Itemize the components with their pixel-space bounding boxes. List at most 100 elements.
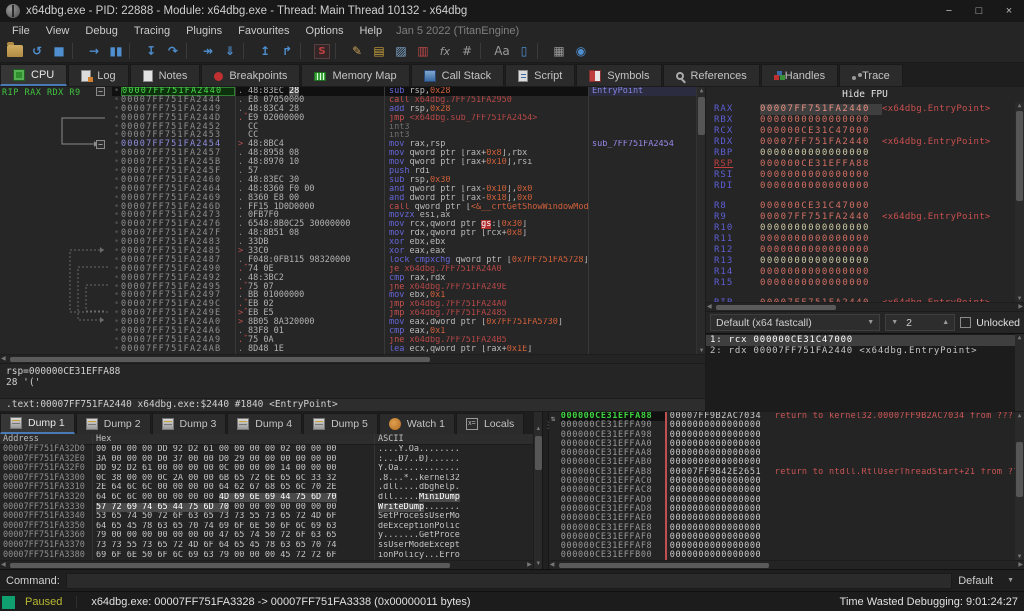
minimize-button[interactable]: −: [934, 0, 964, 22]
menu-item[interactable]: File: [4, 25, 38, 37]
dump-vscrollbar[interactable]: ▲ ▼: [533, 412, 542, 569]
toolbar-icon[interactable]: ■: [48, 42, 70, 60]
toolbar-icon[interactable]: ▦: [548, 42, 570, 60]
toolbar-icon[interactable]: fx: [434, 42, 456, 60]
register-row[interactable]: RBX 0000000000000000: [714, 115, 1012, 126]
main-tab[interactable]: Log: [68, 64, 128, 86]
disasm-row[interactable]: 00007FF751FA24AB . 8D48 1E lea ecx,qword…: [112, 345, 696, 354]
fold-box-icon[interactable]: [96, 87, 105, 96]
toolbar-icon[interactable]: ▥: [412, 42, 434, 60]
register-row[interactable]: R14 0000000000000000: [714, 267, 1012, 278]
stack-hscrollbar[interactable]: ◀ ▶: [549, 560, 1024, 569]
main-tab[interactable]: Call Stack: [411, 64, 505, 86]
register-row[interactable]: RSI 0000000000000000: [714, 170, 1012, 181]
toolbar-icon[interactable]: ↥: [254, 42, 276, 60]
toolbar-icon[interactable]: ▤: [368, 42, 390, 60]
toolbar-icon[interactable]: ↠: [197, 42, 219, 60]
register-row[interactable]: RBP 0000000000000000: [714, 148, 1012, 159]
stack-vscrollbar[interactable]: ▲ ▼: [1015, 412, 1024, 560]
main-tab[interactable]: Script: [505, 64, 575, 86]
toolbar-icon[interactable]: [480, 43, 489, 59]
registers-hscrollbar[interactable]: ◀ ▶: [706, 302, 1024, 311]
register-row[interactable]: RCX 000000CE31C47000: [714, 126, 1012, 137]
dump-hscrollbar[interactable]: ◀ ▶: [0, 560, 533, 569]
disasm-vscrollbar[interactable]: ▲ ▼: [696, 87, 705, 354]
toolbar-icon[interactable]: [186, 43, 195, 59]
dump-stack-splitter[interactable]: [542, 412, 549, 569]
stack-row[interactable]: 000000CE31EFFB00 0000000000000000: [561, 551, 1024, 560]
register-row[interactable]: [714, 289, 1012, 298]
register-row[interactable]: RDX 00007FF751FA2440 <x64dbg.EntryPoint>: [714, 137, 1012, 148]
menu-item[interactable]: Help: [351, 25, 390, 37]
main-tab[interactable]: Symbols: [576, 64, 662, 86]
calling-convention-select[interactable]: Default (x64 fastcall) ▼: [710, 314, 880, 331]
arguments-panel[interactable]: ▲ 1: rcx 000000CE31C470002: rdx 00007FF7…: [706, 333, 1024, 411]
fold-box-icon[interactable]: [96, 140, 105, 149]
command-profile-select[interactable]: Default ▼: [958, 575, 1018, 587]
argument-row[interactable]: 1: rcx 000000CE31C47000: [706, 335, 1024, 346]
register-row[interactable]: R11 0000000000000000: [714, 234, 1012, 245]
hide-fpu-button[interactable]: Hide FPU: [706, 87, 1024, 102]
toolbar-icon[interactable]: ↺: [26, 42, 48, 60]
toolbar-icon[interactable]: #: [456, 42, 478, 60]
breakpoint-dot-icon[interactable]: [112, 345, 121, 354]
arguments-vscrollbar[interactable]: ▲: [1015, 334, 1024, 411]
registers-vscrollbar[interactable]: ▲ ▼: [1015, 102, 1024, 302]
register-list[interactable]: ▲ ▼ RAX 00007FF751FA2440 <x64dbg.EntryPo…: [706, 102, 1024, 302]
register-row[interactable]: RDI 0000000000000000: [714, 181, 1012, 192]
toolbar-icon[interactable]: [537, 43, 546, 59]
dump-tab[interactable]: Dump 1: [0, 413, 75, 434]
argument-row[interactable]: 2: rdx 00007FF751FA2440 <x64dbg.EntryPoi…: [706, 346, 1024, 357]
register-row[interactable]: RSP 000000CE31EFFA88: [714, 159, 1012, 170]
menu-item[interactable]: Tracing: [126, 25, 178, 37]
toolbar-icon[interactable]: Aa: [491, 42, 513, 60]
toolbar-icon[interactable]: ▨: [390, 42, 412, 60]
toolbar-icon[interactable]: [72, 43, 81, 59]
toolbar-icon[interactable]: ↱: [276, 42, 298, 60]
toolbar-icon[interactable]: ▯: [513, 42, 535, 60]
dump-tab[interactable]: Dump 3: [152, 413, 227, 434]
register-row[interactable]: [714, 192, 1012, 201]
register-row[interactable]: R9 00007FF751FA2440 <x64dbg.EntryPoint>: [714, 212, 1012, 223]
menu-item[interactable]: Plugins: [178, 25, 230, 37]
hex-dump-view[interactable]: Address Hex ASCII 00007FF751FA32D0 00 00…: [0, 434, 533, 560]
dump-tab[interactable]: Locals: [456, 413, 524, 434]
register-row[interactable]: RAX 00007FF751FA2440 <x64dbg.EntryPoint>: [714, 104, 1012, 115]
toolbar-icon[interactable]: [243, 43, 252, 59]
command-input[interactable]: [66, 573, 952, 589]
main-tab[interactable]: CPU: [0, 64, 67, 86]
toolbar-icon[interactable]: [129, 43, 138, 59]
register-row[interactable]: R15 0000000000000000: [714, 278, 1012, 289]
main-tab[interactable]: Breakpoints: [201, 64, 300, 86]
disassembly-view[interactable]: RIP RAX RDX R9 00007FF751FA2440 . 48:83E…: [0, 87, 705, 354]
menu-item[interactable]: Debug: [77, 25, 125, 37]
argument-count-spinner[interactable]: ▼ 2 ▲: [885, 314, 955, 331]
main-tab[interactable]: Trace: [839, 64, 903, 86]
disasm-hscrollbar[interactable]: ◀: [0, 354, 705, 363]
dump-tab[interactable]: Dump 4: [227, 413, 302, 434]
toolbar-icon[interactable]: ↧: [140, 42, 162, 60]
main-tab[interactable]: Notes: [130, 64, 201, 86]
unlocked-checkbox[interactable]: [960, 317, 971, 328]
toolbar-icon[interactable]: ◉: [570, 42, 592, 60]
toolbar-icon[interactable]: →: [83, 42, 105, 60]
main-tab[interactable]: Handles: [761, 64, 838, 86]
toolbar-icon[interactable]: ↷: [162, 42, 184, 60]
toolbar-icon[interactable]: ✎: [346, 42, 368, 60]
toolbar-icon[interactable]: S: [314, 44, 330, 59]
dump-tab[interactable]: Dump 2: [76, 413, 151, 434]
toolbar-icon[interactable]: [7, 45, 23, 57]
menu-item[interactable]: View: [38, 25, 78, 37]
register-row[interactable]: R8 000000CE31C47000: [714, 201, 1012, 212]
register-row[interactable]: R10 0000000000000000: [714, 223, 1012, 234]
register-row[interactable]: R13 0000000000000000: [714, 256, 1012, 267]
toolbar-icon[interactable]: ▮▮: [105, 42, 127, 60]
register-row[interactable]: R12 0000000000000000: [714, 245, 1012, 256]
hex-dump-row[interactable]: 00007FF751FA3380 69 6F 6E 50 6F 6C 69 63…: [0, 551, 533, 560]
menu-item[interactable]: Options: [298, 25, 352, 37]
dump-tab[interactable]: Watch 1: [379, 413, 455, 434]
toolbar-icon[interactable]: ⇓: [219, 42, 241, 60]
stack-view[interactable]: 000000CE31EFFA88 00007FF9B2AC7034 return…: [549, 412, 1024, 560]
menu-item[interactable]: Favourites: [230, 25, 297, 37]
dump-tab[interactable]: Dump 5: [303, 413, 378, 434]
